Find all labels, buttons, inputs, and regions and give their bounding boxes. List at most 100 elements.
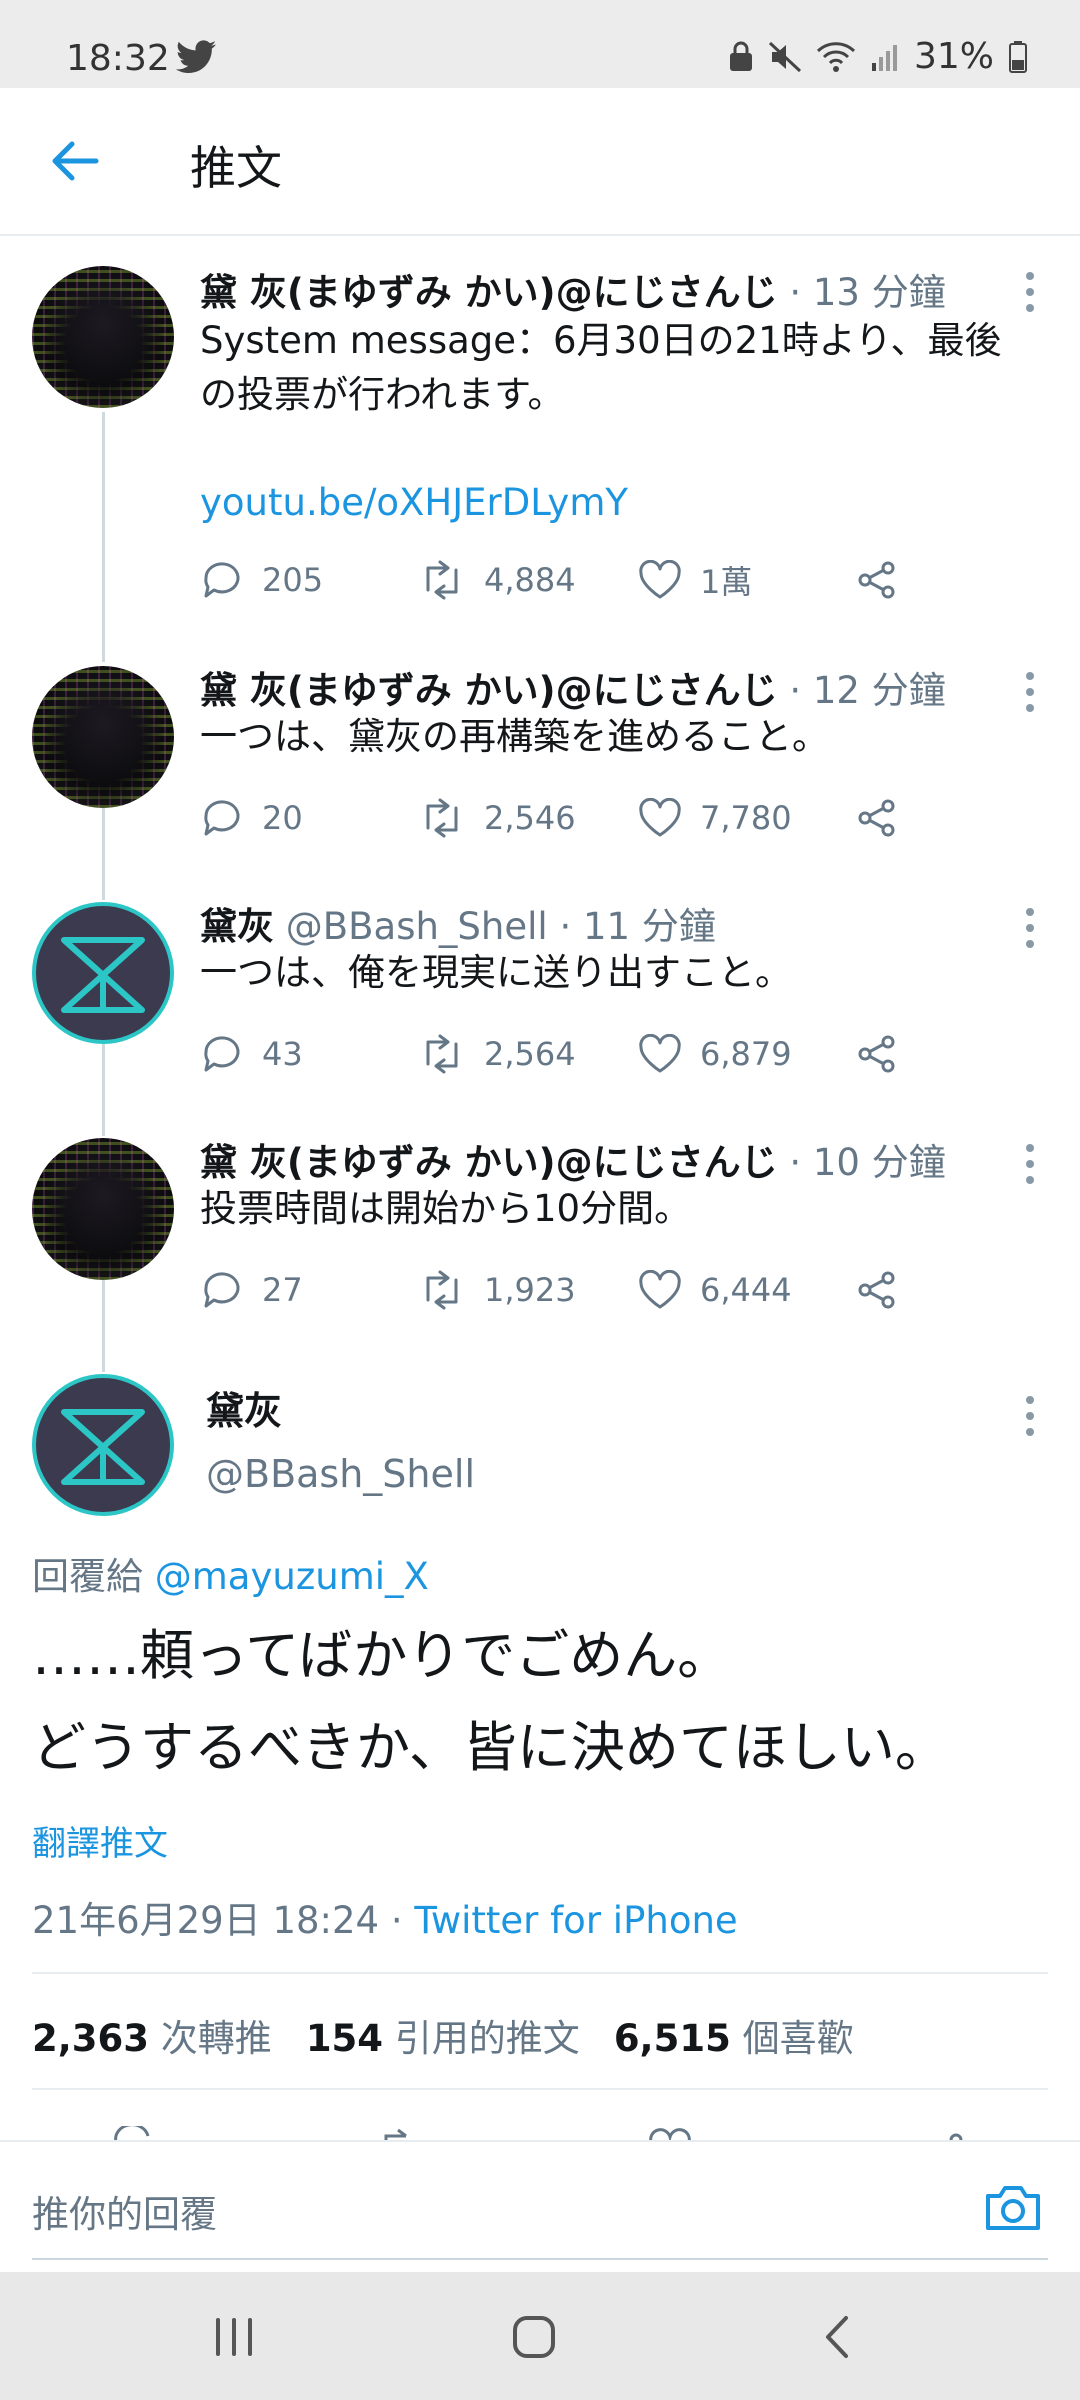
- home-icon[interactable]: [504, 2312, 564, 2362]
- back-arrow-icon[interactable]: [44, 130, 106, 192]
- tweet-timestamp: 21年6月29日 18:24 · Twitter for iPhone: [32, 1890, 738, 1944]
- reply-prefix: 回覆給: [32, 1555, 143, 1598]
- reply-button[interactable]: 205: [200, 552, 323, 608]
- tweet-text: 投票時間は開始から10分間。: [200, 1182, 1050, 1236]
- lock-icon: [729, 41, 752, 71]
- reply-button[interactable]: 20: [200, 790, 303, 846]
- retweet-count: 2,546: [484, 799, 576, 837]
- translate-tweet-link[interactable]: 翻譯推文: [32, 1816, 168, 1865]
- like-button[interactable]: 6,879: [638, 1026, 792, 1082]
- share-button[interactable]: [856, 1026, 898, 1082]
- author-name[interactable]: 黛 灰(まゆずみ かい)@にじさんじ: [200, 669, 778, 712]
- tweet-text-line: 一つは、黛灰の再構築を進めること。: [200, 715, 829, 758]
- reply-button[interactable]: 27: [200, 1262, 303, 1318]
- retweet-count: 4,884: [484, 561, 576, 599]
- retweet-icon: [426, 560, 458, 600]
- divider: [32, 2088, 1048, 2090]
- reply-count: 20: [262, 799, 303, 837]
- reply-icon: [204, 800, 240, 836]
- thread-tweet[interactable]: 黛 灰(まゆずみ かい)@にじさんじ · 12 分鐘 一つは、黛灰の再構築を進め…: [0, 646, 1080, 882]
- share-button[interactable]: [856, 552, 898, 608]
- avatar-logo: [61, 937, 145, 1013]
- system-nav-bar: [0, 2272, 1080, 2400]
- retweet-button[interactable]: 2,546: [418, 790, 576, 846]
- tweet-date: 21年6月29日 18:24 ·: [32, 1899, 415, 1942]
- composer-underline: [32, 2258, 1048, 2260]
- author-name[interactable]: 黛灰: [200, 905, 274, 948]
- tweet-header: 黛灰 @BBash_Shell · 11 分鐘: [200, 896, 716, 950]
- reply-input[interactable]: 推你的回覆: [32, 2184, 217, 2238]
- main-tweet-text: ……頼ってばかりでごめん。 どうするべきか、皆に決めてほしい。: [32, 1610, 1052, 1794]
- author-name[interactable]: 黛 灰(まゆずみ かい)@にじさんじ: [200, 1141, 778, 1184]
- recents-icon[interactable]: [204, 2312, 264, 2362]
- retweet-icon: [426, 798, 458, 838]
- camera-icon[interactable]: [984, 2182, 1042, 2232]
- like-button[interactable]: 7,780: [638, 790, 792, 846]
- tweet-actions: 205 4,884 1萬: [200, 552, 920, 608]
- reply-composer[interactable]: 推你的回覆: [0, 2140, 1080, 2272]
- main-tweet-author-handle[interactable]: @BBash_Shell: [206, 1452, 475, 1496]
- more-icon[interactable]: [1024, 1140, 1036, 1188]
- reply-icon: [204, 1272, 240, 1308]
- share-button[interactable]: [856, 1262, 898, 1318]
- retweet-icon: [426, 1034, 458, 1074]
- tweet-header: 黛 灰(まゆずみ かい)@にじさんじ · 13 分鐘: [200, 262, 946, 316]
- thread-tweet[interactable]: 黛 灰(まゆずみ かい)@にじさんじ · 10 分鐘 投票時間は開始から10分間…: [0, 1118, 1080, 1354]
- reply-icon: [204, 1036, 240, 1072]
- quotes-stat[interactable]: 154 引用的推文: [306, 2017, 580, 2060]
- tweet-meta: · 12 分鐘: [777, 669, 946, 712]
- retweet-button[interactable]: 1,923: [418, 1262, 576, 1318]
- like-button[interactable]: 1萬: [638, 552, 752, 608]
- tweet-link[interactable]: youtu.be/oXHJErDLymY: [200, 476, 1050, 530]
- app-bar: 推文: [0, 88, 1080, 236]
- main-tweet-text-line: どうするべきか、皆に決めてほしい。: [32, 1716, 949, 1779]
- status-icons: 31%: [728, 36, 1028, 77]
- mute-icon: [768, 41, 802, 72]
- author-name[interactable]: 黛 灰(まゆずみ かい)@にじさんじ: [200, 271, 778, 314]
- battery-percent: 31%: [913, 36, 994, 77]
- tweet-header: 黛 灰(まゆずみ かい)@にじさんじ · 10 分鐘: [200, 1132, 946, 1186]
- status-time: 18:32: [66, 38, 170, 79]
- divider: [32, 1972, 1048, 1974]
- tweet-source-link[interactable]: Twitter for iPhone: [414, 1899, 737, 1942]
- page-title: 推文: [190, 141, 282, 195]
- share-icon: [858, 561, 895, 599]
- reply-to-link[interactable]: @mayuzumi_X: [155, 1555, 429, 1598]
- like-count: 1萬: [700, 563, 753, 601]
- reply-count: 205: [262, 561, 324, 599]
- signal-icon: [871, 44, 897, 71]
- share-button[interactable]: [856, 790, 898, 846]
- nav-back-icon[interactable]: [808, 2312, 868, 2362]
- more-icon[interactable]: [1024, 668, 1036, 716]
- status-bar: 18:32 31%: [0, 0, 1080, 88]
- avatar[interactable]: [32, 266, 174, 408]
- reply-button[interactable]: 43: [200, 1026, 303, 1082]
- reply-count: 43: [262, 1035, 303, 1073]
- like-icon: [639, 1270, 681, 1309]
- main-tweet-author-name[interactable]: 黛灰: [206, 1380, 282, 1435]
- avatar[interactable]: [32, 902, 174, 1044]
- tweet-stats: 2,363 次轉推 154 引用的推文 6,515 個喜歡: [32, 2008, 854, 2062]
- more-icon[interactable]: [1024, 1392, 1036, 1440]
- tweet-actions: 20 2,546 7,780: [200, 790, 920, 846]
- tweet-text-line: の投票が行われます。: [200, 373, 565, 416]
- retweet-button[interactable]: 2,564: [418, 1026, 576, 1082]
- tweet-actions: 43 2,564 6,879: [200, 1026, 920, 1082]
- tweet-meta: · 10 分鐘: [777, 1141, 946, 1184]
- share-icon: [858, 1035, 895, 1073]
- retweets-stat[interactable]: 2,363 次轉推: [32, 2017, 272, 2060]
- likes-stat[interactable]: 6,515 個喜歡: [614, 2017, 854, 2060]
- avatar[interactable]: [32, 1138, 174, 1280]
- tweet-text: System message：6月30日の21時より、最後 の投票が行われます。…: [200, 314, 1050, 530]
- tweet-text-line: System message：6月30日の21時より、最後: [200, 319, 1002, 362]
- tweet-text: 一つは、黛灰の再構築を進めること。: [200, 710, 1050, 764]
- more-icon[interactable]: [1024, 268, 1036, 316]
- thread-tweet[interactable]: 黛灰 @BBash_Shell · 11 分鐘 一つは、俺を現実に送り出すこと。…: [0, 882, 1080, 1118]
- retweet-button[interactable]: 4,884: [418, 552, 576, 608]
- tweet-text: 一つは、俺を現実に送り出すこと。: [200, 946, 1050, 1000]
- more-icon[interactable]: [1024, 904, 1036, 952]
- main-tweet-avatar[interactable]: [32, 1374, 174, 1516]
- avatar[interactable]: [32, 666, 174, 808]
- thread-tweet[interactable]: 黛 灰(まゆずみ かい)@にじさんじ · 13 分鐘 System messag…: [0, 236, 1080, 646]
- like-button[interactable]: 6,444: [638, 1262, 792, 1318]
